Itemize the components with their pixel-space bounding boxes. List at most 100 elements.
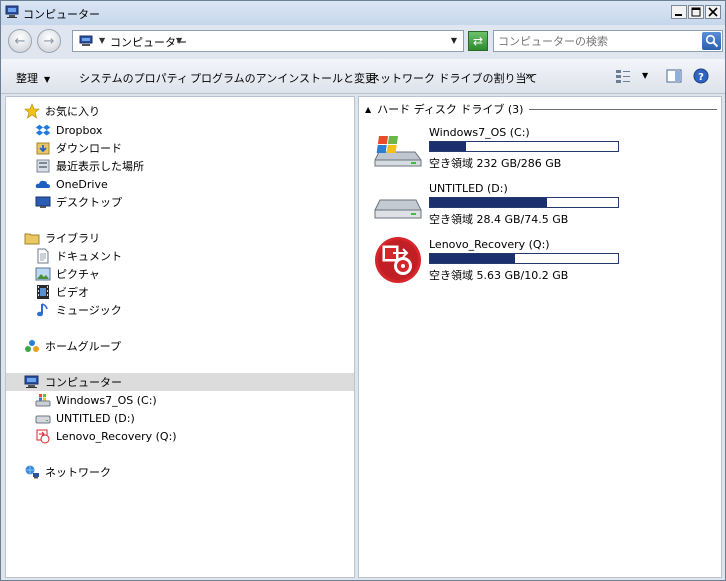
maximize-button[interactable] [688,5,704,19]
documents-icon [37,248,49,264]
search-input[interactable] [498,33,694,49]
title-bar: コンピューター [1,1,725,25]
recovery-drive-icon [36,429,50,444]
videos-icon [37,285,49,299]
tree-homegroup[interactable]: ホームグループ [24,337,121,355]
tree-label: ミュージック [56,304,122,317]
minimize-icon [675,14,682,16]
tree-label: ダウンロード [56,142,122,155]
tree-libraries[interactable]: ライブラリ [24,229,100,247]
search-button[interactable] [702,32,721,50]
organize-menu[interactable]: 整理 ▼ [16,70,50,86]
map-network-drive-button[interactable]: ネットワーク ドライブの割り当て [369,70,538,86]
refresh-button[interactable]: ⇄ [468,31,488,51]
close-button[interactable] [705,5,721,19]
tree-item-documents[interactable]: ドキュメント [35,247,122,265]
navigation-bar: ← → ▼ コンピューター ▼ ▼ ⇄ [1,25,725,59]
system-properties-button[interactable]: システムのプロパティ [79,70,188,86]
tree-item-videos[interactable]: ビデオ [35,283,89,301]
more-commands-button[interactable]: » [525,69,532,83]
search-box [493,30,723,52]
tree-item-recent-places[interactable]: 最近表示した場所 [35,157,144,175]
onedrive-icon [35,180,50,188]
star-icon [24,103,40,119]
drive-tile-c[interactable]: Windows7_OS (C:) 空き領域 232 GB/286 GB [373,126,633,180]
hard-drive-icon [374,199,422,219]
tree-item-desktop[interactable]: デスクトップ [35,193,122,211]
music-icon [37,303,48,317]
drive-usage-fill [430,254,515,263]
content-pane: ▲ ハード ディスク ドライブ (3) Windows7_OS (C:) 空き領… [358,96,722,578]
hard-drive-icon [35,415,51,424]
back-button[interactable]: ← [8,29,32,53]
tree-computer[interactable]: コンピューター [6,373,354,391]
tree-label: OneDrive [56,177,108,191]
address-bar[interactable]: ▼ コンピューター ▼ ▼ [72,30,464,52]
tree-network[interactable]: ネットワーク [24,463,111,481]
drive-usage-fill [430,142,466,151]
drive-tile-q[interactable]: Lenovo_Recovery (Q:) 空き領域 5.63 GB/10.2 G… [373,237,633,292]
drive-usage-bar [429,197,619,208]
system-drive-icon [374,136,422,167]
tree-label: Dropbox [56,123,103,137]
tree-item-drive-d[interactable]: UNTITLED (D:) [35,409,135,427]
tree-item-pictures[interactable]: ピクチャ [35,265,100,283]
computer-icon [24,375,39,388]
tree-item-music[interactable]: ミュージック [35,301,122,319]
computer-icon [5,5,19,18]
uninstall-program-button[interactable]: プログラムのアンインストールと変更 [190,70,376,86]
tree-label: UNTITLED (D:) [56,411,135,425]
system-drive-icon [35,394,51,407]
group-header-label: ハード ディスク ドライブ (3) [377,103,524,116]
tree-label: ネットワーク [45,466,111,479]
breadcrumb-arrow-icon[interactable]: ▼ [176,33,182,49]
tree-item-onedrive[interactable]: OneDrive [35,175,108,193]
tree-item-downloads[interactable]: ダウンロード [35,139,122,157]
refresh-icon: ⇄ [472,34,484,48]
library-icon [24,233,40,245]
navigation-pane: お気に入り Dropbox ダウンロード 最近表示した場所 OneDrive デ… [5,96,355,578]
tree-item-drive-c[interactable]: Windows7_OS (C:) [35,391,157,409]
drive-usage-bar [429,253,619,264]
drive-name: UNTITLED (D:) [429,182,508,195]
drive-tile-d[interactable]: UNTITLED (D:) 空き領域 28.4 GB/74.5 GB [373,182,633,236]
drive-usage-fill [430,198,547,207]
recent-places-icon [36,159,50,173]
tree-item-dropbox[interactable]: Dropbox [35,121,102,139]
back-arrow-icon: ← [14,33,26,49]
maximize-icon [691,7,701,17]
group-header[interactable]: ▲ ハード ディスク ドライブ (3) [365,102,717,116]
svg-text:?: ? [698,72,704,83]
address-dropdown-icon[interactable]: ▼ [451,33,457,49]
group-divider [529,108,717,110]
collapse-triangle-icon[interactable]: ▲ [365,105,371,114]
drive-free-space: 空き領域 28.4 GB/74.5 GB [429,213,569,226]
close-icon [708,7,718,17]
tree-label: ライブラリ [45,232,100,245]
downloads-folder-icon [36,142,50,155]
drive-name: Windows7_OS (C:) [429,126,530,139]
tree-label: Windows7_OS (C:) [56,393,157,407]
window-title: コンピューター [23,8,100,21]
dropdown-arrow-icon: ▼ [44,75,51,84]
forward-button[interactable]: → [37,29,61,53]
tree-label: Lenovo_Recovery (Q:) [56,429,177,443]
tree-item-drive-q[interactable]: Lenovo_Recovery (Q:) [35,427,177,445]
pictures-icon [35,267,51,281]
view-dropdown-icon[interactable]: ▼ [642,71,648,80]
tree-label: ドキュメント [56,250,122,263]
drive-free-space: 空き領域 5.63 GB/10.2 GB [429,269,569,282]
window-controls [671,5,721,19]
organize-label: 整理 [16,72,38,85]
tree-favorites[interactable]: お気に入り [24,102,100,120]
tree-label: お気に入り [45,105,100,118]
preview-pane-icon[interactable] [666,68,682,84]
tree-label: ピクチャ [56,268,100,281]
minimize-button[interactable] [671,5,687,19]
computer-icon [79,35,93,46]
network-icon [25,465,39,479]
change-view-icon[interactable] [615,68,631,84]
breadcrumb-arrow-icon[interactable]: ▼ [99,33,105,49]
help-icon[interactable]: ? [693,68,709,84]
desktop-icon [35,196,51,208]
